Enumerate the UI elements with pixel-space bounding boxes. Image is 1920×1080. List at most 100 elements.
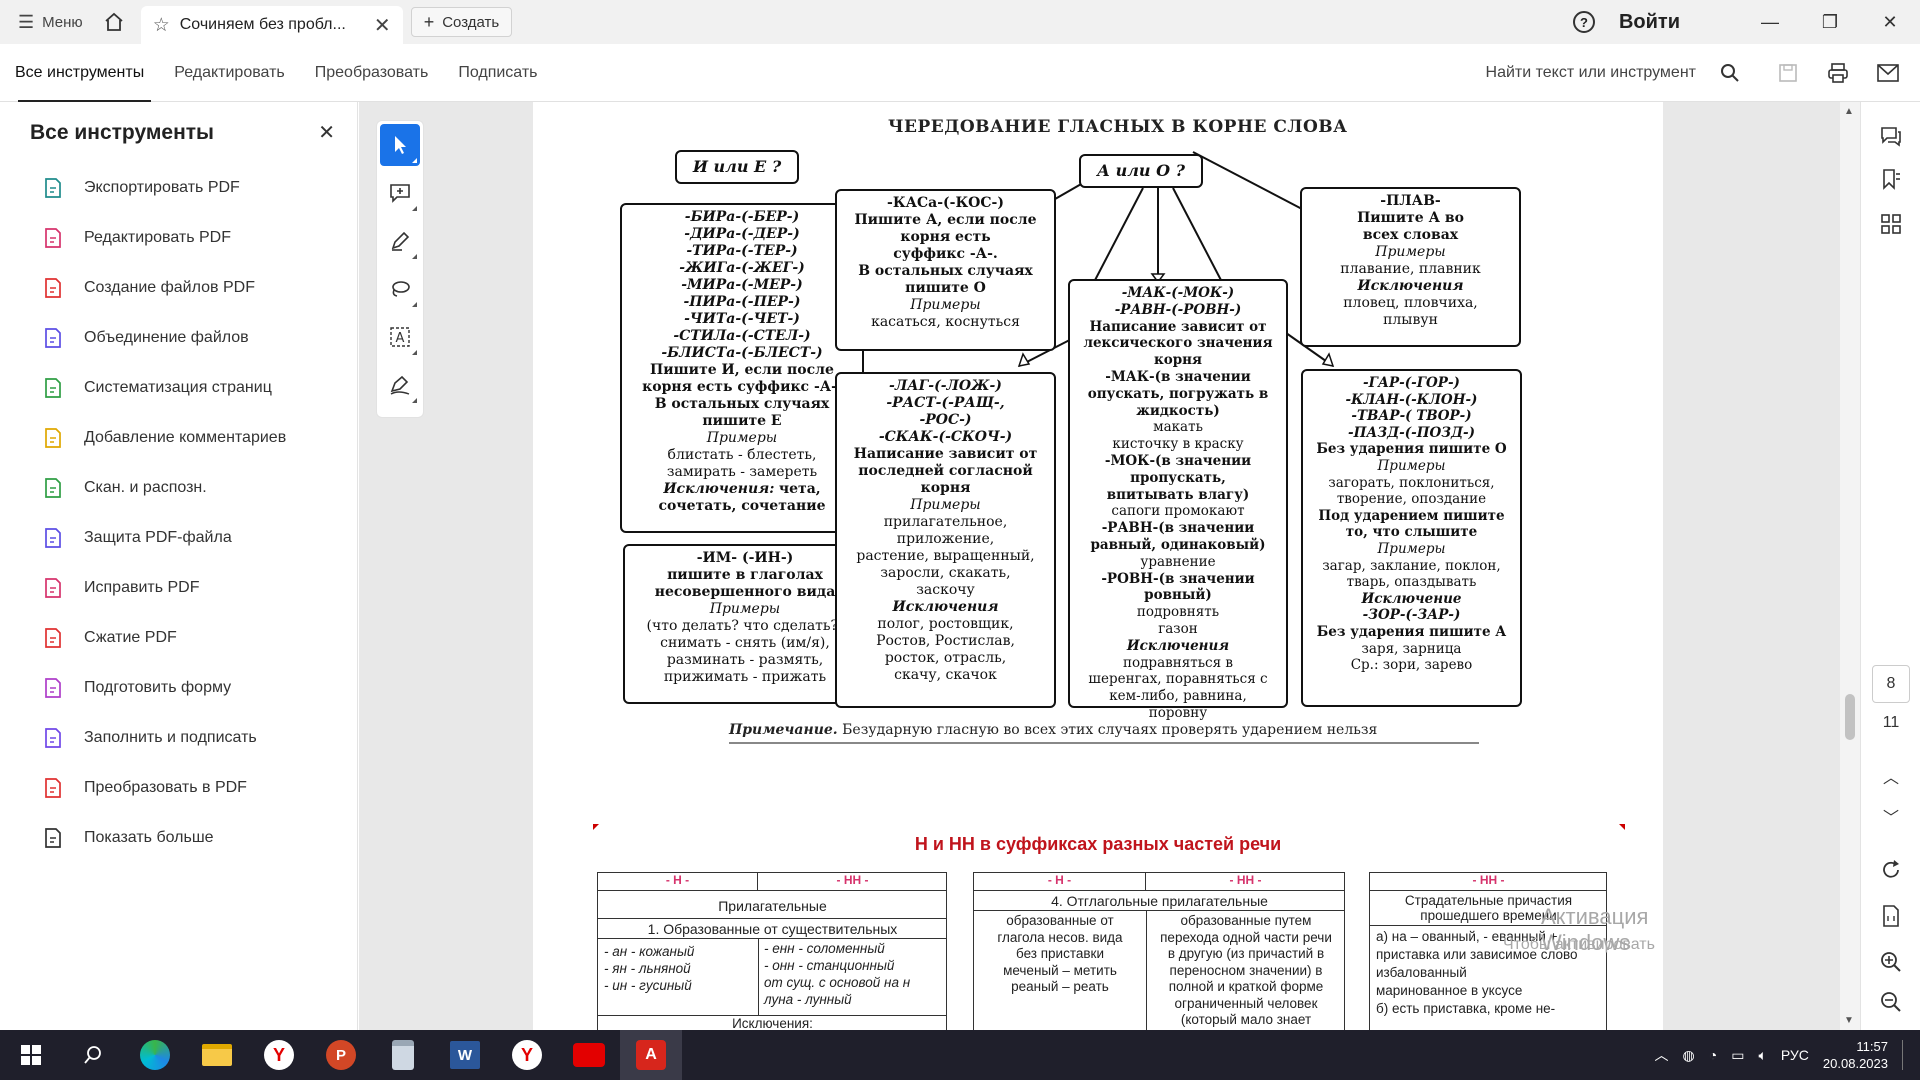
restore-button[interactable]: ❐ bbox=[1800, 0, 1860, 44]
tool-item-comment[interactable]: Добавление комментариев bbox=[0, 413, 357, 463]
language-indicator[interactable]: РУС bbox=[1781, 1047, 1809, 1063]
close-window-button[interactable]: ✕ bbox=[1860, 0, 1920, 44]
bookmark-icon[interactable] bbox=[1877, 166, 1905, 194]
yandex-browser-icon: Y bbox=[512, 1040, 542, 1070]
table1-n-column-line: - ин - гусиный bbox=[604, 978, 692, 993]
box7-roots-line: -ПАЗД-(-ПОЗД-) bbox=[1348, 424, 1475, 441]
taskbar-search-button[interactable] bbox=[62, 1030, 124, 1080]
rotate-icon[interactable] bbox=[1877, 856, 1905, 884]
select-tool[interactable] bbox=[380, 124, 420, 166]
media-icon bbox=[573, 1043, 605, 1067]
highlight-tool[interactable] bbox=[380, 220, 420, 262]
zoom-in-icon[interactable] bbox=[1877, 948, 1905, 976]
mail-icon[interactable] bbox=[1866, 51, 1910, 95]
document-viewport[interactable]: ЧЕРЕДОВАНИЕ ГЛАСНЫХ В КОРНЕ СЛОВА И или … bbox=[359, 102, 1860, 1030]
tool-item-prepare-form[interactable]: Подготовить форму bbox=[0, 663, 357, 713]
document-tab[interactable]: ☆ Сочиняем без пробл... ✕ bbox=[140, 6, 403, 44]
tab-sign[interactable]: Подписать bbox=[443, 44, 552, 102]
box5-rule: Написание зависит от лексического значени… bbox=[1073, 319, 1283, 369]
menu-button[interactable]: ☰ Меню bbox=[0, 0, 97, 44]
help-icon[interactable]: ? bbox=[1572, 11, 1595, 33]
tab-convert[interactable]: Преобразовать bbox=[300, 44, 444, 102]
battery-icon[interactable]: ▭ bbox=[1731, 1047, 1744, 1064]
start-button[interactable] bbox=[0, 1030, 62, 1080]
box2-examples-label: Примеры bbox=[709, 601, 781, 617]
yandex-app[interactable]: Y bbox=[248, 1030, 310, 1080]
minimize-button[interactable]: — bbox=[1740, 0, 1800, 44]
edge-app[interactable] bbox=[124, 1030, 186, 1080]
document-scrollbar[interactable]: ▲ ▼ bbox=[1840, 102, 1860, 1030]
box1-rule: Пишите И, если после корня есть суффикс -… bbox=[625, 362, 859, 430]
signin-button[interactable]: Войти bbox=[1619, 11, 1680, 34]
box7-roots-line: -ГАР-(-ГОР-) bbox=[1363, 375, 1460, 391]
acrobat-app[interactable]: A bbox=[620, 1030, 682, 1080]
find-tool-label[interactable]: Найти текст или инструмент bbox=[1486, 64, 1696, 82]
box5-exceptions-line: подравняться в bbox=[1122, 654, 1234, 671]
box7-examples2-line: загар, заклание, поклон, bbox=[1322, 557, 1501, 574]
tool-item-create-pdf[interactable]: Создание файлов PDF bbox=[0, 263, 357, 313]
tool-item-organize-pages[interactable]: Систематизация страниц bbox=[0, 363, 357, 413]
add-comment-tool[interactable] bbox=[380, 172, 420, 214]
volume-icon[interactable]: 🔈︎ bbox=[1758, 1047, 1766, 1064]
tab-all-tools[interactable]: Все инструменты bbox=[0, 44, 159, 102]
app-jar[interactable] bbox=[372, 1030, 434, 1080]
tool-item-export-pdf[interactable]: Экспортировать PDF bbox=[0, 163, 357, 213]
text-tool[interactable]: A bbox=[380, 316, 420, 358]
wifi-icon[interactable]: ◔ bbox=[1709, 1047, 1717, 1063]
notifications-icon[interactable] bbox=[1902, 1040, 1906, 1070]
tool-item-wrench[interactable]: Показать больше bbox=[0, 813, 357, 863]
document-tab-title: Сочиняем без пробл... bbox=[179, 16, 346, 33]
tool-item-fix-pdf[interactable]: Исправить PDF bbox=[0, 563, 357, 613]
box5-ravn-rule: -РАВН-(в значении равный, одинаковый) bbox=[1073, 520, 1283, 554]
network-icon[interactable]: ◍ bbox=[1683, 1047, 1695, 1064]
box7-exception-label: Исключение bbox=[1361, 590, 1462, 607]
tool-item-protect[interactable]: Защита PDF-файла bbox=[0, 513, 357, 563]
tool-item-scan-ocr[interactable]: Скан. и распозн. bbox=[0, 463, 357, 513]
close-tab-icon[interactable]: ✕ bbox=[374, 13, 391, 38]
tool-item-combine-files[interactable]: Объединение файлов bbox=[0, 313, 357, 363]
current-page-input[interactable]: 8 bbox=[1872, 665, 1910, 703]
box5-mok-example: сапоги промокают bbox=[1111, 503, 1245, 520]
table2-nn-column-line: перехода одной части речи bbox=[1160, 929, 1332, 945]
previous-page-icon[interactable]: ︿ bbox=[1877, 762, 1905, 790]
word-app[interactable]: W bbox=[434, 1030, 496, 1080]
draw-tool[interactable] bbox=[380, 268, 420, 310]
yandex-browser-app[interactable]: Y bbox=[496, 1030, 558, 1080]
box7-examples: загорать, поклониться, творение, опоздани… bbox=[1306, 475, 1517, 508]
zoom-out-icon[interactable] bbox=[1877, 988, 1905, 1016]
print-icon[interactable] bbox=[1816, 51, 1860, 95]
scroll-up-arrow-icon[interactable]: ▲ bbox=[1844, 106, 1854, 117]
save-icon[interactable] bbox=[1766, 51, 1810, 95]
powerpoint-app[interactable]: P bbox=[310, 1030, 372, 1080]
box4-roots: -ЛАГ-(-ЛОЖ-) -РАСТ-(-РАЩ-, -РОС-) -СКАК-(-С… bbox=[840, 378, 1051, 446]
new-tab-button[interactable]: + Создать bbox=[410, 7, 513, 37]
clock[interactable]: 11:57 20.08.2023 bbox=[1823, 1038, 1888, 1072]
table2-nn-column: образованные путем перехода одной части р… bbox=[1147, 913, 1345, 1029]
tool-item-compress-pdf[interactable]: Сжатие PDF bbox=[0, 613, 357, 663]
box6-examples-label: Примеры bbox=[1375, 244, 1446, 260]
next-page-icon[interactable]: ﹀ bbox=[1877, 802, 1905, 830]
tool-item-convert-pdf[interactable]: Преобразовать в PDF bbox=[0, 763, 357, 813]
tool-item-edit-pdf[interactable]: Редактировать PDF bbox=[0, 213, 357, 263]
table1-subtitle: 1. Образованные от существительных bbox=[598, 919, 947, 939]
scrollbar-thumb[interactable] bbox=[1845, 694, 1855, 740]
explorer-app[interactable] bbox=[186, 1030, 248, 1080]
home-button[interactable] bbox=[97, 0, 131, 44]
page-fit-icon[interactable] bbox=[1877, 902, 1905, 930]
media-app[interactable] bbox=[558, 1030, 620, 1080]
table2-n-column-line: образованные от bbox=[1006, 913, 1114, 928]
sign-tool[interactable] bbox=[380, 364, 420, 406]
scroll-down-arrow-icon[interactable]: ▼ bbox=[1844, 1015, 1854, 1026]
thumbnails-icon[interactable] bbox=[1877, 210, 1905, 238]
box1-examples-line: блистать - блестеть, bbox=[667, 447, 817, 463]
table1-n-column-line: - ан - кожаный bbox=[604, 944, 695, 959]
search-icon[interactable] bbox=[1708, 51, 1752, 95]
star-icon[interactable]: ☆ bbox=[153, 14, 170, 37]
tool-item-fill-sign[interactable]: Заполнить и подписать bbox=[0, 713, 357, 763]
clock-date: 20.08.2023 bbox=[1822, 1056, 1888, 1071]
show-hidden-icons-icon[interactable]: ︿ bbox=[1655, 1045, 1669, 1065]
tab-edit[interactable]: Редактировать bbox=[159, 44, 300, 102]
comments-icon[interactable] bbox=[1877, 122, 1905, 150]
box7-roots-line: -ТВАР-( ТВОР-) bbox=[1351, 408, 1472, 425]
close-panel-icon[interactable]: ✕ bbox=[318, 120, 335, 145]
